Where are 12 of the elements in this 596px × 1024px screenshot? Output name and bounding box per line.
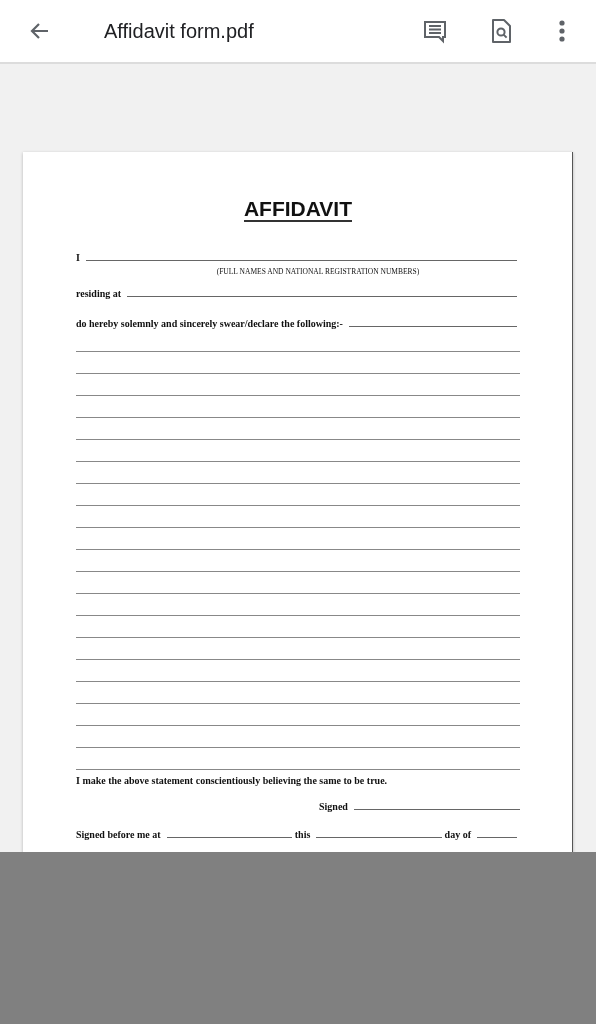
form-label: I	[76, 252, 80, 264]
form-label: do hereby solemnly and sincerely swear/declare the following:-	[76, 318, 343, 330]
form-label: day of	[444, 829, 471, 841]
document-heading: AFFIDAVIT	[243, 198, 353, 222]
form-label: Signed before me at	[76, 829, 161, 841]
document-title: Affidavit form.pdf	[104, 19, 255, 43]
comment-icon[interactable]	[422, 18, 448, 44]
form-label: Signed	[319, 801, 348, 813]
form-label: this	[294, 829, 311, 841]
form-label: residing at	[76, 288, 122, 300]
more-options-icon[interactable]	[558, 19, 566, 43]
statement-text: I make the above statement conscientiously believing the same to be true.	[76, 775, 389, 786]
